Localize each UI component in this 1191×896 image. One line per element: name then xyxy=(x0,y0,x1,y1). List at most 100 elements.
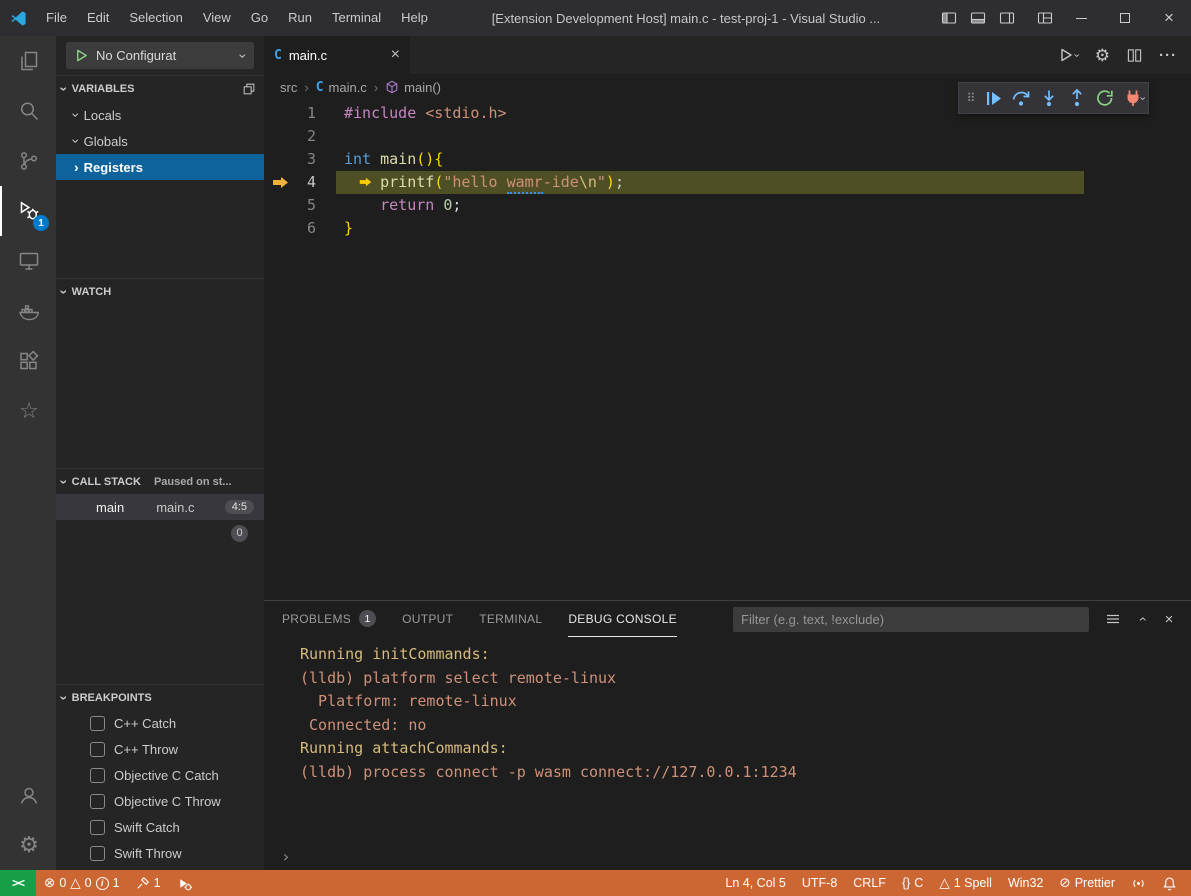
language-mode-status[interactable]: {} C xyxy=(894,870,931,896)
problems-status[interactable]: ⊗0 △0 i1 xyxy=(36,870,128,896)
close-button[interactable]: × xyxy=(1147,0,1191,36)
call-stack-section-header[interactable]: › CALL STACK Paused on st... xyxy=(56,468,264,494)
encoding-status[interactable]: UTF-8 xyxy=(794,870,845,896)
menu-selection[interactable]: Selection xyxy=(119,0,192,36)
breakpoint-swift-catch[interactable]: Swift Catch xyxy=(56,814,264,840)
gutter-margin[interactable] xyxy=(264,125,292,148)
breadcrumb-folder[interactable]: src xyxy=(280,80,297,95)
code-line[interactable]: 3int main(){ xyxy=(264,148,1191,171)
tasks-status[interactable]: 1 xyxy=(128,870,169,896)
step-over-button[interactable] xyxy=(1007,84,1035,112)
breakpoint-checkbox[interactable] xyxy=(90,742,105,757)
variables-item-locals[interactable]: ›Locals xyxy=(56,102,264,128)
code-text[interactable]: } xyxy=(344,217,353,240)
activity-remote-explorer-icon[interactable] xyxy=(0,236,56,286)
maximize-panel-icon[interactable]: › xyxy=(1129,607,1153,631)
toggle-sidebar-icon[interactable] xyxy=(934,0,963,36)
variables-section-header[interactable]: › VARIABLES xyxy=(56,76,264,102)
variables-item-registers[interactable]: ›Registers xyxy=(56,154,264,180)
code-text[interactable]: int main(){ xyxy=(344,148,443,171)
step-out-button[interactable] xyxy=(1063,84,1091,112)
menu-file[interactable]: File xyxy=(36,0,77,36)
maximize-button[interactable] xyxy=(1103,0,1147,36)
breadcrumb-symbol[interactable]: main() xyxy=(385,80,441,95)
menu-edit[interactable]: Edit xyxy=(77,0,119,36)
tab-main-c[interactable]: C main.c × xyxy=(264,36,410,74)
gutter-margin[interactable] xyxy=(264,102,292,125)
breakpoint-checkbox[interactable] xyxy=(90,820,105,835)
breakpoint-objective-c-catch[interactable]: Objective C Catch xyxy=(56,762,264,788)
activity-extensions-icon[interactable] xyxy=(0,336,56,386)
debug-status[interactable] xyxy=(169,870,200,896)
panel-tab-output[interactable]: OUTPUT xyxy=(402,601,453,637)
manage-gear-icon[interactable]: ⚙ xyxy=(0,820,56,870)
code-text[interactable]: #include <stdio.h> xyxy=(344,102,507,125)
close-panel-icon[interactable]: × xyxy=(1157,607,1181,631)
activity-docker-icon[interactable] xyxy=(0,286,56,336)
gutter-margin[interactable] xyxy=(264,148,292,171)
toggle-panel-icon[interactable] xyxy=(963,0,992,36)
activity-search-icon[interactable] xyxy=(0,86,56,136)
code-line[interactable]: 4 printf("hello wamr-ide\n"); xyxy=(264,171,1191,194)
code-editor[interactable]: 1#include <stdio.h>23int main(){4 printf… xyxy=(264,100,1191,600)
breakpoint-checkbox[interactable] xyxy=(90,768,105,783)
breakpoint-checkbox[interactable] xyxy=(90,846,105,861)
remote-indicator[interactable]: >< xyxy=(0,870,36,896)
run-or-debug-button[interactable]: › xyxy=(1058,47,1078,63)
stack-frame-main[interactable]: mainmain.c4:5 xyxy=(56,494,264,520)
broadcast-status[interactable] xyxy=(1123,870,1154,896)
debug-console-input[interactable]: › xyxy=(264,843,1191,870)
code-text[interactable]: printf("hello wamr-ide\n"); xyxy=(336,171,1084,194)
gripper-icon[interactable]: ⠿ xyxy=(963,91,979,105)
menu-run[interactable]: Run xyxy=(278,0,322,36)
menu-view[interactable]: View xyxy=(193,0,241,36)
code-text[interactable]: return 0; xyxy=(344,194,461,217)
spell-checker-status[interactable]: △ 1 Spell xyxy=(931,870,1000,896)
activity-star-icon[interactable]: ☆ xyxy=(0,386,56,436)
panel-tab-terminal[interactable]: TERMINAL xyxy=(479,601,542,637)
chevron-down-icon[interactable]: › xyxy=(1136,96,1147,100)
activity-run-debug-icon[interactable]: 1 xyxy=(0,186,56,236)
restart-button[interactable] xyxy=(1091,84,1119,112)
toggle-secondary-sidebar-icon[interactable] xyxy=(992,0,1021,36)
platform-status[interactable]: Win32 xyxy=(1000,870,1051,896)
breakpoint-swift-throw[interactable]: Swift Throw xyxy=(56,840,264,866)
breadcrumb-file[interactable]: C main.c xyxy=(316,80,367,95)
launch-settings-gear-icon[interactable]: ⚙ xyxy=(1095,47,1110,64)
split-editor-icon[interactable] xyxy=(1127,48,1142,63)
watch-section-header[interactable]: › WATCH xyxy=(56,278,264,304)
panel-tab-debug-console[interactable]: DEBUG CONSOLE xyxy=(568,601,677,637)
code-line[interactable]: 5 return 0; xyxy=(264,194,1191,217)
breakpoints-section-header[interactable]: › BREAKPOINTS xyxy=(56,684,264,710)
step-into-button[interactable] xyxy=(1035,84,1063,112)
breakpoint-c-throw[interactable]: C++ Throw xyxy=(56,736,264,762)
code-line[interactable]: 6} xyxy=(264,217,1191,240)
menu-help[interactable]: Help xyxy=(391,0,438,36)
variables-action-icon[interactable] xyxy=(242,82,256,96)
eol-status[interactable]: CRLF xyxy=(845,870,894,896)
variables-item-globals[interactable]: ›Globals xyxy=(56,128,264,154)
gutter-margin[interactable] xyxy=(264,217,292,240)
tab-close-icon[interactable]: × xyxy=(391,46,400,64)
code-line[interactable]: 2 xyxy=(264,125,1191,148)
accounts-icon[interactable] xyxy=(0,770,56,820)
formatter-status[interactable]: ⊘ Prettier xyxy=(1051,870,1123,896)
debug-config-dropdown[interactable]: No Configurat › xyxy=(66,42,254,69)
breakpoint-c-catch[interactable]: C++ Catch xyxy=(56,710,264,736)
notifications-bell[interactable] xyxy=(1154,870,1185,896)
menu-go[interactable]: Go xyxy=(241,0,278,36)
more-actions-icon[interactable]: ··· xyxy=(1159,47,1177,64)
cursor-position-status[interactable]: Ln 4, Col 5 xyxy=(717,870,793,896)
console-filter-input[interactable] xyxy=(733,607,1089,632)
customize-layout-icon[interactable] xyxy=(1030,0,1059,36)
current-line-gutter-arrow[interactable] xyxy=(264,171,292,194)
breakpoint-checkbox[interactable] xyxy=(90,716,105,731)
activity-source-control-icon[interactable] xyxy=(0,136,56,186)
activity-explorer-icon[interactable] xyxy=(0,36,56,86)
breakpoint-checkbox[interactable] xyxy=(90,794,105,809)
minimize-button[interactable] xyxy=(1059,0,1103,36)
gutter-margin[interactable] xyxy=(264,194,292,217)
menu-terminal[interactable]: Terminal xyxy=(322,0,391,36)
filter-lines-icon[interactable] xyxy=(1101,607,1125,631)
panel-tab-problems[interactable]: PROBLEMS1 xyxy=(282,601,376,637)
